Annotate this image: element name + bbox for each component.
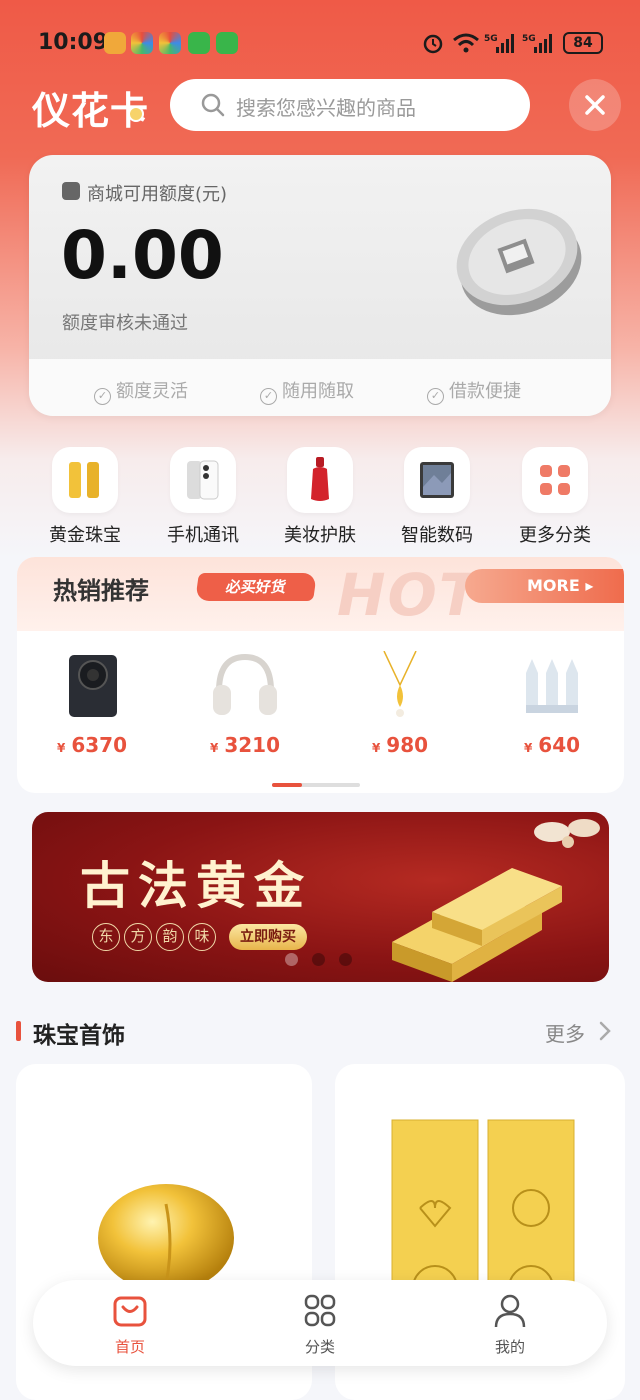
credit-label: 商城可用额度(元)	[87, 184, 228, 205]
battery-indicator: 84	[563, 32, 603, 54]
tab-profile[interactable]: 我的	[460, 1294, 560, 1357]
feature-item: ✓ 额度灵活	[94, 377, 188, 405]
hot-recommendations: HOT 热销推荐 必买好货 MORE ▸ ¥6370 ¥3210 ¥980 ¥6…	[17, 557, 624, 793]
tab-label: 分类	[304, 1338, 335, 1356]
signal-icon: 5G	[484, 34, 514, 53]
banner-seal: 味	[188, 923, 216, 951]
more-button[interactable]: MORE ▸	[465, 569, 624, 603]
product-item[interactable]: ¥640	[487, 651, 617, 757]
svg-text:5G: 5G	[484, 34, 498, 44]
product-item[interactable]: ¥6370	[27, 651, 157, 757]
headphones-product-image	[213, 653, 277, 715]
wallet-icon	[62, 182, 80, 200]
photos-app-icon	[131, 32, 153, 54]
flower-decoration-icon	[534, 819, 600, 848]
user-icon	[494, 1294, 526, 1328]
check-icon: ✓	[94, 388, 111, 405]
hot-watermark: HOT	[337, 561, 481, 629]
credit-features: ✓ 额度灵活 ✓ 随用随取 ✓ 借款便捷	[29, 359, 611, 416]
banner-dots	[285, 951, 366, 970]
skincare-product-image	[526, 659, 578, 713]
banner-title: 古法黄金	[80, 856, 312, 915]
bottom-tab-bar: 首页 分类 我的	[33, 1280, 607, 1366]
search-placeholder: 搜索您感兴趣的商品	[236, 96, 416, 120]
credit-card[interactable]: 商城可用额度(元) 0.00 额度审核未通过 ✓ 额度灵活 ✓ 随用随取 ✓ 借款便捷	[29, 155, 611, 416]
category-beauty[interactable]: 美妆护肤	[265, 447, 375, 547]
banner-dot	[339, 953, 352, 966]
credit-status: 额度审核未通过	[62, 313, 188, 334]
gold-bead-image	[98, 1184, 234, 1292]
phone-icon	[187, 460, 219, 500]
bag-icon	[113, 1296, 147, 1327]
tab-label: 我的	[494, 1338, 525, 1356]
banner-seals: 东方韵味	[92, 923, 220, 951]
gold-bar-icon	[69, 462, 99, 498]
promo-banner[interactable]: 古法黄金 东方韵味 立即购买	[32, 812, 609, 982]
banner-dot	[312, 953, 325, 966]
cosmetics-icon	[311, 457, 329, 501]
check-icon: ✓	[260, 388, 277, 405]
tab-home[interactable]: 首页	[80, 1294, 180, 1357]
category-label: 更多分类	[519, 525, 591, 546]
category-label: 美妆护肤	[284, 525, 356, 546]
category-gold-jewelry[interactable]: 黄金珠宝	[30, 447, 140, 547]
section-accent	[16, 1021, 21, 1041]
status-bar: 10:09 5G 5G 84	[0, 0, 640, 84]
necklace-product-image	[383, 650, 417, 717]
hot-title: 热销推荐	[53, 577, 149, 605]
product-price: ¥980	[371, 733, 429, 757]
close-button[interactable]	[569, 79, 621, 131]
buy-now-button[interactable]: 立即购买	[229, 924, 307, 950]
wifi-icon	[453, 33, 479, 53]
grid-icon	[540, 465, 570, 495]
product-item[interactable]: ¥3210	[180, 651, 310, 757]
product-price: ¥3210	[209, 733, 281, 757]
phone-product-image	[69, 655, 117, 717]
tab-category[interactable]: 分类	[270, 1294, 370, 1357]
close-icon	[585, 95, 605, 115]
wechat-app-icon	[216, 32, 238, 54]
search-icon	[201, 93, 225, 117]
section-title: 珠宝首饰	[33, 1023, 125, 1049]
check-icon: ✓	[427, 388, 444, 405]
banner-seal: 韵	[156, 923, 184, 951]
product-item[interactable]: ¥980	[335, 650, 465, 757]
chevron-right-icon[interactable]	[598, 1020, 612, 1042]
coin-icon	[456, 208, 582, 316]
carousel-indicator	[272, 783, 360, 787]
feature-item: ✓ 借款便捷	[427, 377, 521, 405]
tab-label: 首页	[114, 1338, 145, 1356]
banner-seal: 东	[92, 923, 120, 951]
category-phones[interactable]: 手机通讯	[148, 447, 258, 547]
alarm-icon	[423, 34, 443, 54]
product-price: ¥6370	[56, 733, 128, 757]
photos-app-icon	[159, 32, 181, 54]
tablet-icon	[420, 462, 454, 498]
hot-tag: 必买好货	[195, 573, 317, 601]
category-digital[interactable]: 智能数码	[382, 447, 492, 547]
category-label: 手机通讯	[167, 525, 239, 546]
status-time: 10:09	[38, 30, 109, 55]
section-more-link[interactable]: 更多	[545, 1018, 585, 1047]
category-label: 黄金珠宝	[49, 525, 121, 546]
grid-icon	[304, 1294, 336, 1327]
heart-app-icon	[104, 32, 126, 54]
category-more[interactable]: 更多分类	[500, 447, 610, 547]
credit-amount: 0.00	[61, 217, 224, 294]
svg-text:5G: 5G	[522, 34, 536, 44]
brand-badge-icon	[128, 106, 144, 122]
hot-header: HOT 热销推荐 必买好货 MORE ▸	[17, 557, 624, 631]
category-label: 智能数码	[401, 525, 473, 546]
feature-item: ✓ 随用随取	[260, 377, 354, 405]
wechat-app-icon	[188, 32, 210, 54]
signal-icon: 5G	[522, 34, 552, 53]
banner-dot	[285, 953, 298, 966]
banner-seal: 方	[124, 923, 152, 951]
search-bar[interactable]: 搜索您感兴趣的商品	[170, 79, 530, 131]
product-price: ¥640	[523, 733, 581, 757]
